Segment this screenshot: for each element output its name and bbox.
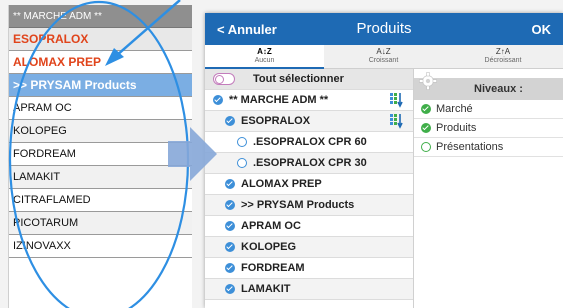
- level-item-label: Présentations: [436, 141, 504, 153]
- product-list-panel: ** MARCHE ADM ** ESOPRALOX ALOMAX PREP >…: [8, 5, 192, 308]
- levels-title: Niveaux :: [474, 83, 523, 95]
- sort-tab-descending[interactable]: Z↑A Décroissant: [443, 45, 563, 69]
- sort-tab-ascending[interactable]: A↓Z Croissant: [324, 45, 443, 69]
- sort-none-icon: A↕Z: [257, 47, 272, 56]
- select-all-label: Tout sélectionner: [253, 73, 344, 85]
- tree-item-kolopeg[interactable]: KOLOPEG: [205, 237, 413, 258]
- checked-icon[interactable]: [225, 242, 235, 252]
- tree-item-label: KOLOPEG: [241, 241, 297, 253]
- modal-header: Produits < Annuler OK: [205, 13, 563, 45]
- tree-item-label: .ESOPRALOX CPR 60: [253, 136, 367, 148]
- tree-item-esopralox-cpr-60[interactable]: .ESOPRALOX CPR 60: [205, 132, 413, 153]
- sort-options-bar: A↕Z Aucun A↓Z Croissant Z↑A Décroissant: [205, 45, 563, 69]
- unchecked-icon[interactable]: [421, 142, 431, 152]
- gear-icon: [419, 72, 437, 90]
- select-all-row[interactable]: Tout sélectionner: [205, 69, 413, 90]
- list-item-prysam-products[interactable]: >> PRYSAM Products: [9, 74, 192, 97]
- tree-item-label: .ESOPRALOX CPR 30: [253, 157, 367, 169]
- sort-descending-icon: Z↑A: [495, 47, 511, 56]
- products-filter-modal: Produits < Annuler OK A↕Z Aucun A↓Z Croi…: [205, 13, 563, 308]
- tree-item-apram-oc[interactable]: APRAM OC: [205, 216, 413, 237]
- checked-icon[interactable]: [213, 95, 223, 105]
- tree-item-label: ** MARCHE ADM **: [229, 94, 329, 106]
- checked-icon[interactable]: [225, 221, 235, 231]
- tree-item-label: APRAM OC: [241, 220, 301, 232]
- level-item-produits[interactable]: Produits: [414, 119, 563, 138]
- level-item-label: Produits: [436, 122, 477, 134]
- list-item-apram-oc[interactable]: APRAM OC: [9, 97, 192, 120]
- ok-button[interactable]: OK: [532, 22, 552, 37]
- list-item-picotarum[interactable]: PICOTARUM: [9, 212, 192, 235]
- sort-tab-label: Croissant: [368, 57, 399, 64]
- checked-icon[interactable]: [225, 200, 235, 210]
- checked-icon[interactable]: [225, 179, 235, 189]
- tree-item-lamakit[interactable]: LAMAKIT: [205, 279, 413, 300]
- level-item-label: Marché: [436, 103, 473, 115]
- sort-order-icon[interactable]: [389, 92, 403, 108]
- list-item-fordream[interactable]: FORDREAM: [9, 143, 192, 166]
- sort-order-icon[interactable]: [389, 113, 403, 129]
- sort-tab-label: Décroissant: [484, 57, 522, 64]
- checked-icon[interactable]: [225, 116, 235, 126]
- sort-ascending-icon: A↓Z: [376, 47, 391, 56]
- list-item-alomax-prep[interactable]: ALOMAX PREP: [9, 51, 192, 74]
- tree-item-label: FORDREAM: [241, 262, 305, 274]
- levels-panel: Niveaux : Marché Produits Présentations: [413, 69, 563, 308]
- list-item-citraflamed[interactable]: CITRAFLAMED: [9, 189, 192, 212]
- tree-item-label: LAMAKIT: [241, 283, 291, 295]
- checked-icon[interactable]: [225, 263, 235, 273]
- tree-item-alomax-prep[interactable]: ALOMAX PREP: [205, 174, 413, 195]
- sort-tab-label: Aucun: [254, 57, 275, 64]
- list-header-marche[interactable]: ** MARCHE ADM **: [9, 5, 192, 28]
- tree-item-esopralox-cpr-30[interactable]: .ESOPRALOX CPR 30: [205, 153, 413, 174]
- checked-icon[interactable]: [421, 123, 431, 133]
- tree-item-fordream[interactable]: FORDREAM: [205, 258, 413, 279]
- product-tree: Tout sélectionner ** MARCHE ADM ** ESOPR…: [205, 69, 413, 308]
- tree-item-label: ALOMAX PREP: [241, 178, 322, 190]
- list-item-izinovaxx[interactable]: IZINOVAXX: [9, 235, 192, 258]
- select-all-toggle[interactable]: [213, 73, 235, 85]
- cancel-button[interactable]: < Annuler: [217, 22, 277, 37]
- tree-item-label: >> PRYSAM Products: [241, 199, 355, 211]
- level-item-presentations[interactable]: Présentations: [414, 138, 563, 157]
- list-item-esopralox[interactable]: ESOPRALOX: [9, 28, 192, 51]
- tree-item-prysam-products[interactable]: >> PRYSAM Products: [205, 195, 413, 216]
- list-item-kolopeg[interactable]: KOLOPEG: [9, 120, 192, 143]
- unchecked-icon[interactable]: [237, 137, 247, 147]
- unchecked-icon[interactable]: [237, 158, 247, 168]
- checked-icon[interactable]: [421, 104, 431, 114]
- tree-item-marche-adm[interactable]: ** MARCHE ADM **: [205, 90, 413, 111]
- sort-tab-none[interactable]: A↕Z Aucun: [205, 45, 324, 69]
- list-item-lamakit[interactable]: LAMAKIT: [9, 166, 192, 189]
- checked-icon[interactable]: [225, 284, 235, 294]
- tree-item-esopralox[interactable]: ESOPRALOX: [205, 111, 413, 132]
- level-item-marche[interactable]: Marché: [414, 100, 563, 119]
- tree-item-label: ESOPRALOX: [241, 115, 311, 127]
